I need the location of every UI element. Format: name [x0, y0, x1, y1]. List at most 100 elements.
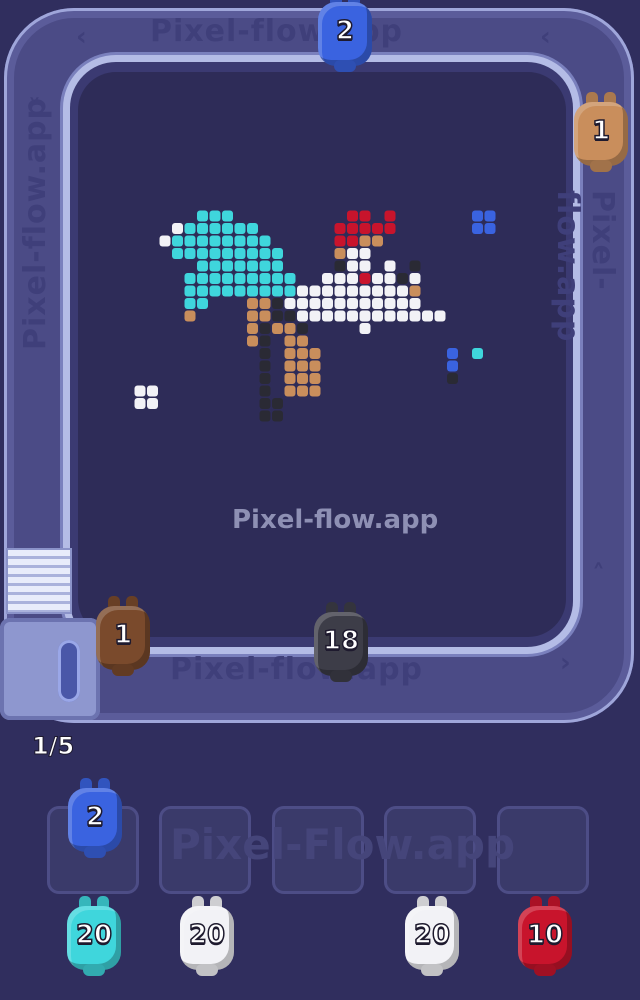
- pixel-block: [209, 235, 221, 247]
- pixel-block: [409, 273, 421, 284]
- pixel-block: [309, 348, 321, 359]
- dark-animal[interactable]: 18: [310, 602, 372, 684]
- pixel-block: [247, 248, 258, 259]
- pixel-block: [334, 298, 346, 309]
- blue-animal[interactable]: 2: [314, 0, 376, 74]
- pixel-block: [247, 310, 258, 322]
- pixel-block: [247, 223, 258, 234]
- slots-watermark: Pixel-Flow.app: [170, 820, 516, 869]
- pixel-block: [209, 248, 221, 259]
- pixel-block: [247, 235, 258, 247]
- pixel-block: [322, 273, 333, 284]
- watermark: Pixel-flow.app: [232, 505, 439, 535]
- pixel-block: [347, 235, 358, 247]
- pixel-block: [359, 273, 371, 284]
- pixel-block: [259, 348, 271, 359]
- pixel-block: [334, 260, 346, 272]
- animal-count: 20: [188, 919, 226, 951]
- animal-count: 1: [113, 619, 133, 651]
- pixel-block: [184, 248, 196, 259]
- pixel-block: [284, 285, 296, 297]
- pixel-block: [297, 298, 308, 309]
- pixel-block: [197, 248, 208, 259]
- pixel-block: [284, 360, 296, 372]
- animal-count: 2: [335, 15, 355, 47]
- pixel-block: [384, 298, 396, 309]
- pixel-block: [197, 260, 208, 272]
- animal-snout: [83, 964, 105, 976]
- pixel-block: [272, 310, 283, 322]
- pixel-block: [297, 373, 308, 384]
- tan-animal[interactable]: 1: [570, 92, 632, 174]
- pixel-block: [359, 210, 371, 222]
- pixel-block: [172, 223, 183, 234]
- pixel-block: [397, 285, 408, 297]
- pixel-block: [484, 223, 496, 234]
- pixel-block: [322, 310, 333, 322]
- pixel-block: [284, 373, 296, 384]
- pixel-block: [197, 235, 208, 247]
- slot-animal[interactable]: 2: [64, 778, 126, 860]
- pixel-block: [297, 360, 308, 372]
- pixel-block: [372, 273, 383, 284]
- pixel-block: [297, 385, 308, 397]
- pixel-block: [384, 285, 396, 297]
- pixel-block: [384, 260, 396, 272]
- pixel-block: [472, 210, 483, 222]
- pixel-block: [184, 298, 196, 309]
- pixel-block: [322, 285, 333, 297]
- game-screen: Pixel-flow.app Pixel-flow.app Pixel-flow…: [0, 0, 640, 1000]
- animal-snout: [421, 964, 443, 976]
- brown-animal[interactable]: 1: [92, 596, 154, 678]
- pixel-block: [347, 248, 358, 259]
- pixel-block: [334, 223, 346, 234]
- pixel-block: [297, 348, 308, 359]
- animal-snout: [112, 664, 134, 676]
- pixel-block: [184, 273, 196, 284]
- pixel-block: [397, 273, 408, 284]
- pixel-block: [372, 223, 383, 234]
- pixel-block: [272, 248, 283, 259]
- pixel-block: [359, 323, 371, 334]
- queue-animal[interactable]: 20: [176, 896, 238, 978]
- pixel-block: [259, 335, 271, 347]
- pixel-block: [447, 348, 458, 359]
- pixel-block: [409, 298, 421, 309]
- animal-snout: [196, 964, 218, 976]
- animal-snout: [534, 964, 556, 976]
- pixel-block: [259, 360, 271, 372]
- queue-animal[interactable]: 10: [514, 896, 576, 978]
- pixel-block: [259, 298, 271, 309]
- pixel-block: [384, 210, 396, 222]
- slot-counter: 1/5: [31, 732, 75, 761]
- pixel-block: [247, 335, 258, 347]
- pixel-block: [409, 285, 421, 297]
- pixel-block: [172, 235, 183, 247]
- pixel-block: [347, 260, 358, 272]
- pixel-block: [272, 298, 283, 309]
- pixel-block: [422, 310, 433, 322]
- pixel-block: [409, 260, 421, 272]
- pixel-block: [384, 310, 396, 322]
- pixel-block: [159, 235, 171, 247]
- pixel-block: [384, 273, 396, 284]
- pixel-block: [359, 285, 371, 297]
- pixel-block: [447, 360, 458, 372]
- pixel-block: [209, 273, 221, 284]
- queue-animal[interactable]: 20: [401, 896, 463, 978]
- pixel-block: [197, 298, 208, 309]
- pixel-block: [359, 310, 371, 322]
- pixel-block: [222, 223, 233, 234]
- pixel-block: [272, 398, 283, 409]
- pixel-block: [484, 210, 496, 222]
- pixel-block: [147, 398, 158, 409]
- pixel-block: [272, 260, 283, 272]
- pixel-block: [347, 310, 358, 322]
- pixel-block: [372, 235, 383, 247]
- pixel-block: [247, 273, 258, 284]
- queue-animal[interactable]: 20: [63, 896, 125, 978]
- pixel-block: [284, 385, 296, 397]
- pixel-block: [397, 298, 408, 309]
- pixel-block: [247, 298, 258, 309]
- pixel-block: [222, 273, 233, 284]
